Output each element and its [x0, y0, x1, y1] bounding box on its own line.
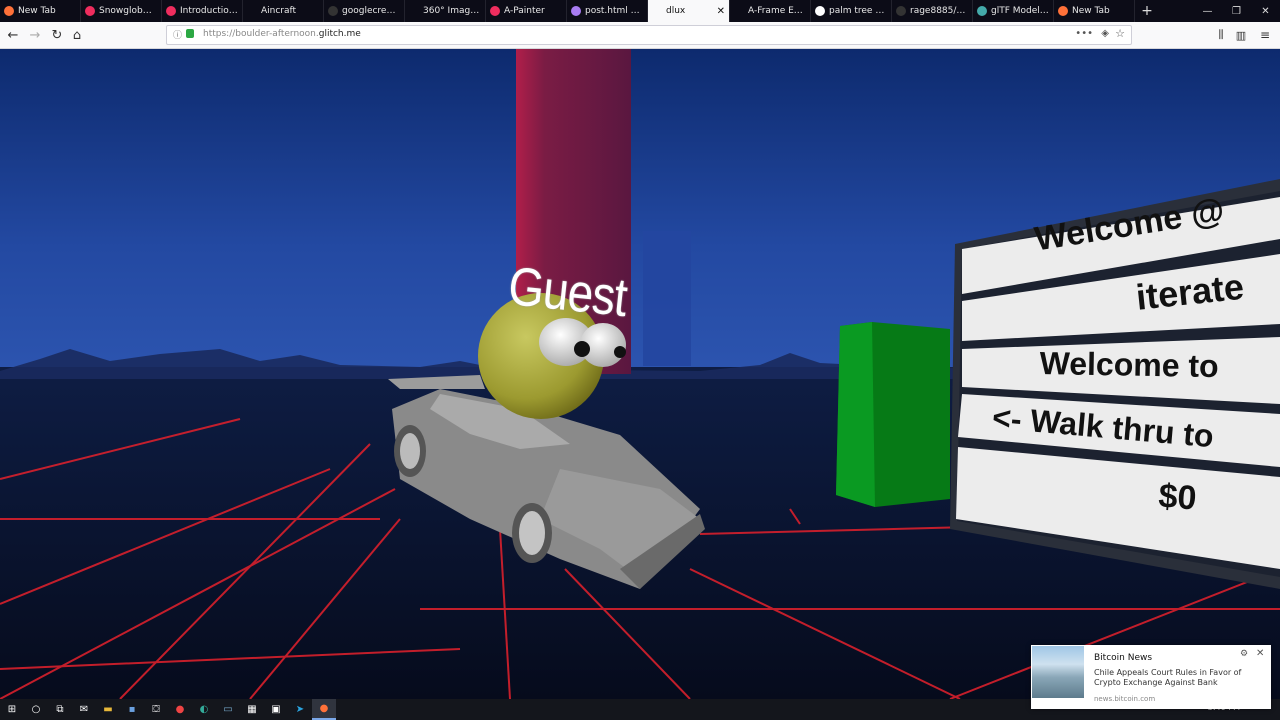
tab-title: Introduction –: [180, 6, 238, 16]
window-controls: — ❐ ✕: [1193, 0, 1280, 22]
telegram-icon[interactable]: ➤: [288, 699, 312, 720]
tab-11[interactable]: rage8885/Ope: [892, 0, 973, 22]
close-icon[interactable]: ✕: [1256, 648, 1264, 659]
avatar-name-label: Guest: [505, 255, 630, 329]
tab-title: New Tab: [18, 6, 56, 16]
aframe-icon: [490, 6, 500, 16]
vr-scene-canvas[interactable]: Guest Welcome @ iterate Welcome to <- Wa…: [0, 49, 1280, 699]
globe-icon: [977, 6, 987, 16]
tab-3[interactable]: Aincraft: [243, 0, 324, 22]
file-explorer-icon[interactable]: ▬: [96, 699, 120, 720]
tab-12[interactable]: glTF Model Co: [973, 0, 1054, 22]
cortana-icon[interactable]: ○: [24, 699, 48, 720]
tab-title: palm tree 3d m: [829, 6, 887, 16]
tab-4[interactable]: googlecreative: [324, 0, 405, 22]
tab-10[interactable]: palm tree 3d m: [811, 0, 892, 22]
tab-title: Snowglobe – A: [99, 6, 157, 16]
app2-icon[interactable]: ▭: [216, 699, 240, 720]
tab-bar: New Tab Snowglobe – A Introduction – Aincra…: [0, 0, 1280, 22]
restore-icon[interactable]: ❐: [1222, 0, 1251, 22]
chrome-icon[interactable]: ●: [168, 699, 192, 720]
github-icon: [896, 6, 906, 16]
close-window-icon[interactable]: ✕: [1251, 0, 1280, 22]
firefox-icon: [4, 6, 14, 16]
github-icon: [328, 6, 338, 16]
aframe-icon: [166, 6, 176, 16]
tab-13[interactable]: New Tab: [1054, 0, 1135, 22]
tab-7[interactable]: post.html – bo: [567, 0, 648, 22]
reload-button[interactable]: ↻: [48, 26, 66, 44]
tab-title: googlecreative: [342, 6, 400, 16]
tab-title: Aincraft: [261, 6, 297, 16]
tab-title: A-Frame Environm: [748, 6, 806, 16]
store-icon[interactable]: ⛋: [144, 699, 168, 720]
tab-title: glTF Model Co: [991, 6, 1049, 16]
aframe-icon: [85, 6, 95, 16]
tab-favicon-icon: [409, 6, 419, 16]
tab-0[interactable]: New Tab: [0, 0, 81, 22]
tab-title: dlux: [666, 6, 686, 16]
notification-toast[interactable]: Bitcoin News Chile Appeals Court Rules i…: [1031, 645, 1271, 709]
edge-icon[interactable]: ◐: [192, 699, 216, 720]
tab-2[interactable]: Introduction –: [162, 0, 243, 22]
back-button[interactable]: ←: [4, 26, 22, 44]
firefox-icon: [1058, 6, 1068, 16]
forward-button[interactable]: →: [26, 26, 44, 44]
google-icon: [815, 6, 825, 16]
tab-title: New Tab: [1072, 6, 1110, 16]
address-bar[interactable]: ⓘ https://boulder-afternoon.glitch.me ••…: [166, 25, 1132, 45]
url-text: https://boulder-afternoon.glitch.me: [203, 29, 361, 39]
bookmark-star-icon[interactable]: ☆: [1115, 27, 1125, 40]
tab-favicon-icon: [734, 6, 744, 16]
tab-title: 360° Image Gallery: [423, 6, 481, 16]
photos-icon[interactable]: ▣: [264, 699, 288, 720]
tab-5[interactable]: 360° Image Gallery: [405, 0, 486, 22]
gear-icon[interactable]: ⚙: [1240, 649, 1248, 659]
info-icon[interactable]: ⓘ: [173, 28, 182, 41]
notification-thumbnail: [1032, 646, 1084, 698]
notification-title: Bitcoin News: [1094, 653, 1153, 663]
sign-line-3: Welcome to: [1039, 345, 1219, 385]
close-tab-icon[interactable]: ✕: [717, 6, 725, 17]
tab-6[interactable]: A-Painter: [486, 0, 567, 22]
pocket-icon[interactable]: ◈: [1101, 28, 1109, 39]
navigation-bar: ← → ↻ ⌂ ⓘ https://boulder-afternoon.glit…: [0, 22, 1280, 49]
lock-icon: [186, 29, 194, 38]
tab-title: post.html – bo: [585, 6, 643, 16]
home-button[interactable]: ⌂: [68, 26, 86, 44]
notification-source: news.bitcoin.com: [1094, 695, 1156, 703]
app-icon[interactable]: ▪: [120, 699, 144, 720]
tab-8[interactable]: dlux ✕: [648, 0, 730, 22]
tab-1[interactable]: Snowglobe – A: [81, 0, 162, 22]
notification-body: Chile Appeals Court Rules in Favor of Cr…: [1094, 668, 1242, 687]
tab-favicon-icon: [652, 6, 662, 16]
task-view-icon[interactable]: ⧉: [48, 699, 72, 720]
calculator-icon[interactable]: ▦: [240, 699, 264, 720]
mail-icon[interactable]: ✉: [72, 699, 96, 720]
new-tab-button[interactable]: +: [1135, 0, 1159, 22]
menu-icon[interactable]: ≡: [1256, 26, 1274, 44]
sidebar-icon[interactable]: ▥: [1232, 26, 1250, 44]
tab-title: rage8885/Ope: [910, 6, 968, 16]
tab-9[interactable]: A-Frame Environm: [730, 0, 811, 22]
page-actions-icon[interactable]: •••: [1075, 28, 1093, 39]
tab-favicon-icon: [247, 6, 257, 16]
library-icon[interactable]: ⫼: [1212, 26, 1230, 44]
sign-line-5: $0: [1157, 477, 1198, 518]
glitch-icon: [571, 6, 581, 16]
minimize-icon[interactable]: —: [1193, 0, 1222, 22]
windows-start-icon[interactable]: ⊞: [0, 699, 24, 720]
tab-title: A-Painter: [504, 6, 545, 16]
firefox-taskbar-icon[interactable]: ●: [312, 699, 336, 720]
